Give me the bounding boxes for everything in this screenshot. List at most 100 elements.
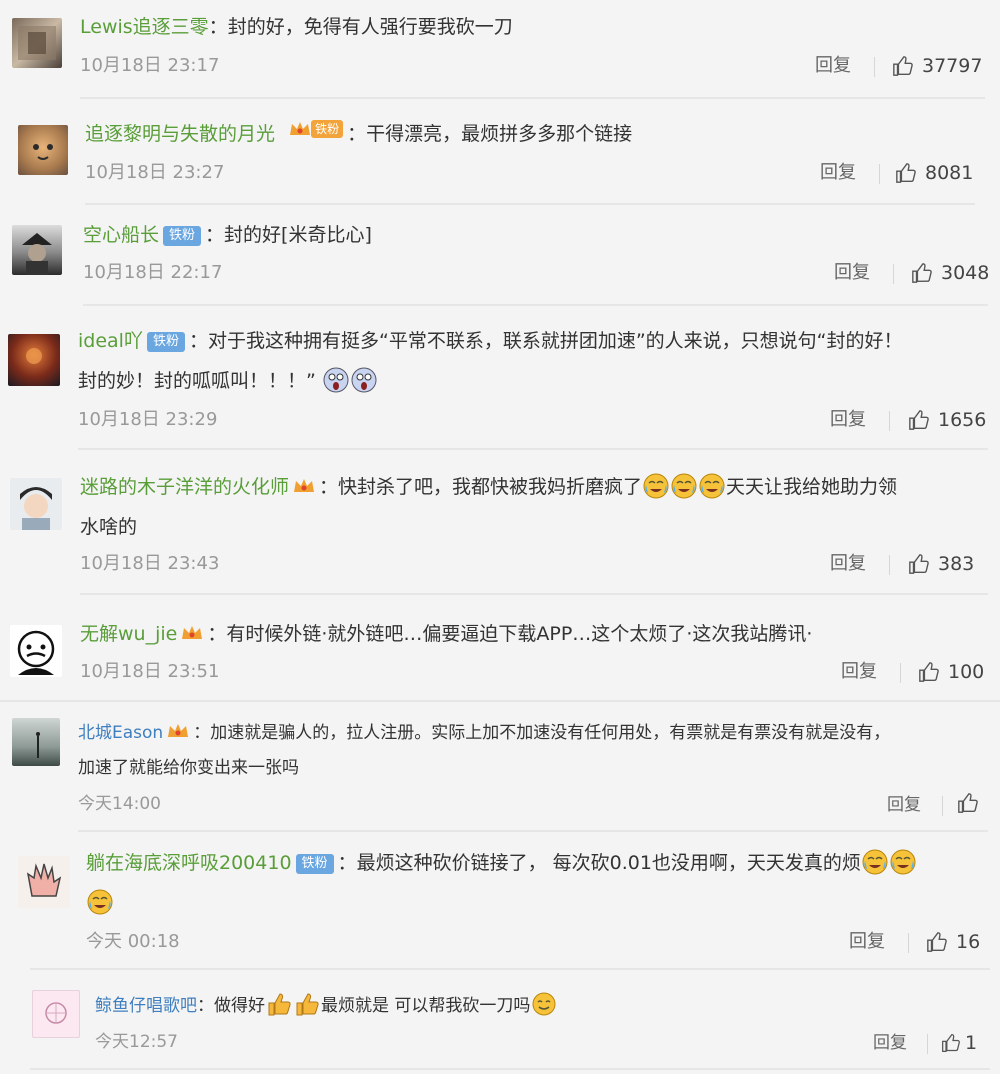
username[interactable]: 躺在海底深呼吸200410 bbox=[86, 852, 292, 874]
thumbs-up-icon bbox=[909, 410, 929, 430]
like-count: 8081 bbox=[925, 162, 974, 184]
username[interactable]: 北城Eason bbox=[78, 723, 163, 743]
username[interactable]: ideal吖 bbox=[78, 330, 143, 352]
avatar[interactable] bbox=[8, 334, 60, 386]
avatar[interactable] bbox=[18, 125, 68, 175]
reply-button[interactable]: 回复 bbox=[849, 929, 885, 955]
comment-text: 对于我这种拥有挺多“平常不联系，联系就拼团加速”的人来说，只想说句“封的好！ bbox=[207, 330, 903, 352]
timestamp: 今天12:57 bbox=[95, 1032, 178, 1052]
reply-button[interactable]: 回复 bbox=[841, 659, 877, 685]
username[interactable]: 迷路的木子洋洋的火化师 bbox=[80, 476, 289, 498]
username[interactable]: 鲸鱼仔唱歌吧 bbox=[95, 996, 197, 1016]
comment-text-continued: 天天让我给她助力领 bbox=[726, 476, 898, 498]
like-count: 37797 bbox=[922, 55, 983, 77]
like-count: 100 bbox=[948, 661, 985, 683]
username[interactable]: Lewis追逐三零 bbox=[80, 16, 209, 38]
divider bbox=[889, 411, 890, 431]
crying-laugh-emoji bbox=[890, 849, 916, 875]
timestamp: 10月18日 23:43 bbox=[80, 553, 220, 574]
avatar[interactable] bbox=[12, 718, 60, 766]
like-button[interactable]: 8081 bbox=[895, 160, 973, 186]
smile-emoji bbox=[532, 992, 556, 1016]
timestamp: 10月18日 23:27 bbox=[85, 162, 225, 183]
thumbs-up-icon bbox=[958, 793, 978, 813]
divider bbox=[889, 555, 890, 575]
like-count: 383 bbox=[938, 553, 975, 575]
comment-text: 封的好，免得有人强行要我砍一刀 bbox=[227, 16, 513, 38]
divider bbox=[900, 663, 901, 683]
comment-text-continued: 最烦就是 可以帮我砍一刀吗 bbox=[321, 996, 531, 1016]
crown-icon bbox=[290, 122, 311, 135]
screaming-emoji bbox=[351, 367, 377, 393]
like-button[interactable]: 1 bbox=[941, 1030, 977, 1056]
timestamp: 10月18日 23:51 bbox=[80, 661, 220, 682]
like-button[interactable] bbox=[957, 792, 987, 814]
thumbs-up-emoji bbox=[268, 993, 291, 1016]
avatar[interactable] bbox=[12, 18, 62, 68]
separator: ： bbox=[188, 330, 208, 352]
reply-button[interactable]: 回复 bbox=[887, 792, 921, 818]
timestamp: 10月18日 23:17 bbox=[80, 55, 220, 76]
reply-button[interactable]: 回复 bbox=[820, 160, 856, 186]
divider bbox=[874, 57, 875, 77]
crown-icon bbox=[168, 724, 189, 737]
thumbs-up-icon bbox=[942, 1034, 960, 1052]
avatar[interactable] bbox=[32, 990, 80, 1038]
thumbs-up-icon bbox=[896, 163, 916, 183]
timestamp: 今天 00:18 bbox=[86, 931, 180, 952]
comment-divider bbox=[30, 1068, 990, 1070]
like-count: 1 bbox=[965, 1032, 978, 1054]
separator: ： bbox=[208, 16, 228, 38]
divider bbox=[927, 1034, 928, 1054]
comment-text: 做得好 bbox=[214, 996, 265, 1016]
like-count: 1656 bbox=[938, 409, 987, 431]
avatar[interactable] bbox=[10, 478, 62, 530]
like-button[interactable]: 16 bbox=[926, 929, 980, 955]
comment-divider bbox=[30, 968, 990, 970]
separator: ： bbox=[319, 476, 339, 498]
divider bbox=[942, 796, 943, 816]
username[interactable]: 空心船长 bbox=[83, 224, 159, 246]
comment-text-line2: 加速了就能给你变出来一张吗 bbox=[78, 758, 299, 778]
comment-divider bbox=[85, 203, 975, 205]
timestamp: 今天14:00 bbox=[78, 794, 161, 814]
avatar[interactable] bbox=[18, 856, 70, 908]
like-button[interactable]: 3048 bbox=[911, 260, 989, 286]
crown-icon bbox=[294, 479, 315, 492]
reply-button[interactable]: 回复 bbox=[830, 551, 866, 577]
comment-divider bbox=[78, 830, 988, 832]
crying-laugh-emoji bbox=[671, 473, 697, 499]
like-count: 3048 bbox=[941, 262, 990, 284]
like-button[interactable]: 1656 bbox=[908, 407, 986, 433]
separator: ： bbox=[193, 723, 211, 743]
reply-button[interactable]: 回复 bbox=[815, 53, 851, 79]
separator: ： bbox=[205, 224, 225, 246]
avatar[interactable] bbox=[12, 225, 62, 275]
crying-laugh-emoji bbox=[862, 849, 888, 875]
tiefen-badge: 铁粉 bbox=[285, 119, 344, 139]
avatar[interactable] bbox=[10, 625, 62, 677]
crying-laugh-emoji bbox=[699, 473, 725, 499]
comment-text: 封的好[米奇比心] bbox=[224, 224, 372, 246]
like-count: 16 bbox=[956, 931, 981, 953]
like-button[interactable]: 383 bbox=[908, 551, 974, 577]
separator: ： bbox=[347, 123, 367, 145]
divider bbox=[908, 933, 909, 953]
reply-button[interactable]: 回复 bbox=[830, 407, 866, 433]
thumbs-up-icon bbox=[912, 263, 932, 283]
comment-text: 加速就是骗人的，拉人注册。实际上加不加速没有任何用处，有票就是有票没有就是没有， bbox=[210, 723, 891, 743]
username[interactable]: 追逐黎明与失散的月光 bbox=[85, 123, 275, 145]
like-button[interactable]: 37797 bbox=[892, 53, 982, 79]
reply-button[interactable]: 回复 bbox=[873, 1030, 907, 1056]
screaming-emoji bbox=[323, 367, 349, 393]
divider bbox=[893, 264, 894, 284]
thumbs-up-icon bbox=[927, 932, 947, 952]
comment-text-line2: 水啥的 bbox=[80, 516, 138, 538]
like-button[interactable]: 100 bbox=[918, 659, 984, 685]
thumbs-up-emoji bbox=[296, 993, 319, 1016]
divider bbox=[879, 164, 880, 184]
comment-text: 最烦这种砍价链接了， 每次砍0.01也没用啊，天天发真的烦 bbox=[356, 852, 861, 874]
username[interactable]: 无解wu_jie bbox=[80, 623, 177, 645]
reply-button[interactable]: 回复 bbox=[834, 260, 870, 286]
crown-icon bbox=[182, 626, 203, 639]
